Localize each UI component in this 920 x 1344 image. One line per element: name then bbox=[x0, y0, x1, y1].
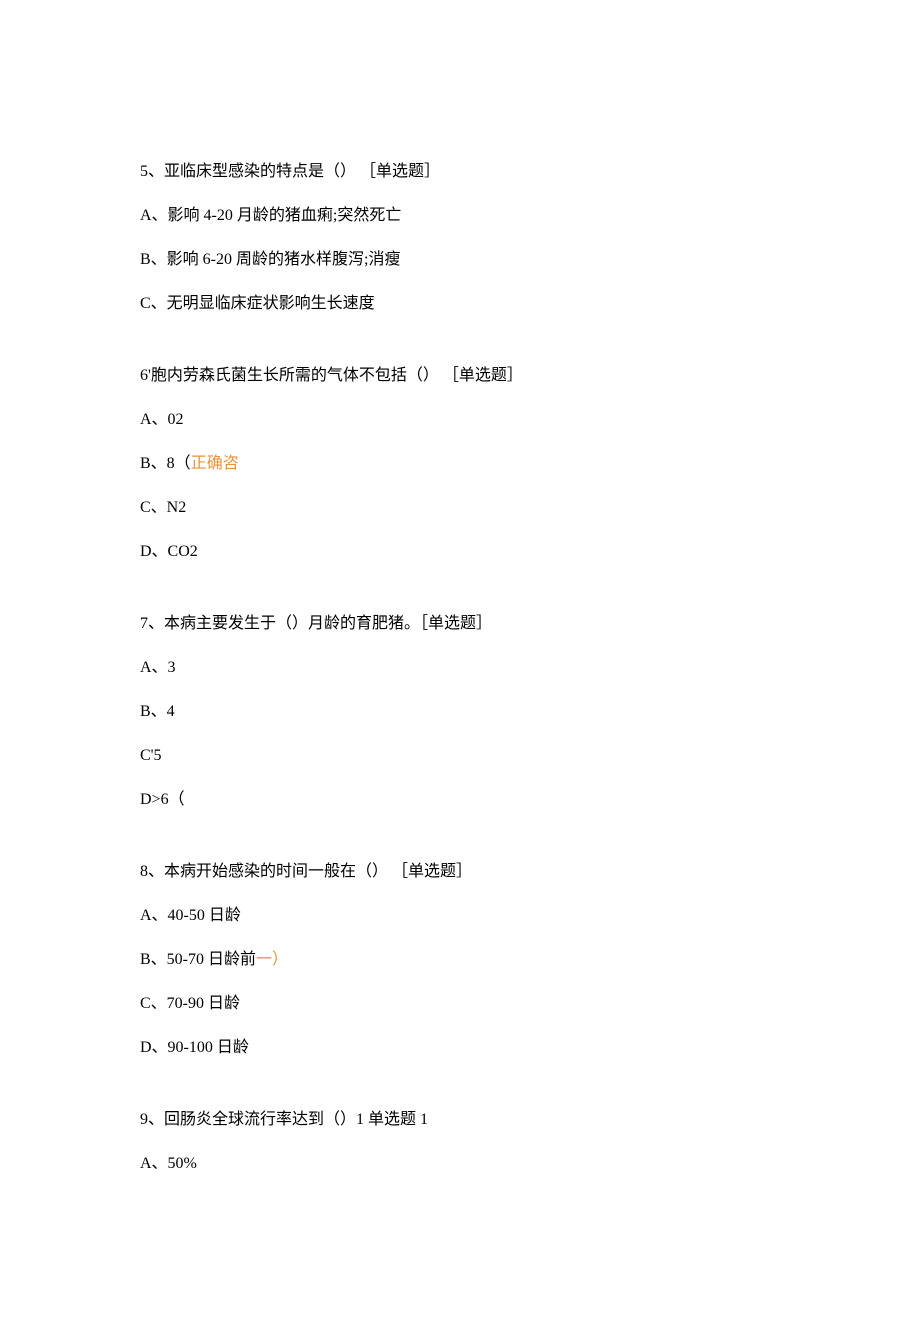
question-stem: 5、亚临床型感染的特点是（） ［单选题］ bbox=[140, 160, 780, 184]
question-option: B、8（正确咨 bbox=[140, 452, 780, 476]
question-stem: 8、本病开始感染的时间一般在（） ［单选题］ bbox=[140, 860, 780, 884]
question-stem: 7、本病主要发生于（）月龄的育肥猪。［单选题］ bbox=[140, 612, 780, 636]
question-stem: 6'胞内劳森氏菌生长所需的气体不包括（） ［单选题］ bbox=[140, 364, 780, 388]
question-option: D>6（ bbox=[140, 788, 780, 812]
question-option: B、4 bbox=[140, 700, 780, 724]
question-option: C'5 bbox=[140, 744, 780, 768]
option-prefix: B、50-70 日龄前 bbox=[140, 951, 256, 968]
question-option: B、影响 6-20 周龄的猪水样腹泻;消瘦 bbox=[140, 248, 780, 272]
question-option: B、50-70 日龄前一） bbox=[140, 948, 780, 972]
question-option: A、40-50 日龄 bbox=[140, 904, 780, 928]
question-option: D、90-100 日龄 bbox=[140, 1036, 780, 1060]
question-option: C、70-90 日龄 bbox=[140, 992, 780, 1016]
question-block: 9、回肠炎全球流行率达到（）1 单选题 1 A、50% bbox=[140, 1108, 780, 1176]
option-prefix: B、8（ bbox=[140, 455, 191, 472]
question-option: D、CO2 bbox=[140, 540, 780, 564]
question-option: A、02 bbox=[140, 408, 780, 432]
question-block: 6'胞内劳森氏菌生长所需的气体不包括（） ［单选题］ A、02 B、8（正确咨 … bbox=[140, 364, 780, 564]
answer-highlight: 正确咨 bbox=[191, 455, 239, 472]
question-block: 5、亚临床型感染的特点是（） ［单选题］ A、影响 4-20 月龄的猪血痢;突然… bbox=[140, 160, 780, 316]
question-option: C、无明显临床症状影响生长速度 bbox=[140, 292, 780, 316]
question-block: 7、本病主要发生于（）月龄的育肥猪。［单选题］ A、3 B、4 C'5 D>6（ bbox=[140, 612, 780, 812]
question-option: A、3 bbox=[140, 656, 780, 680]
question-option: C、N2 bbox=[140, 496, 780, 520]
question-block: 8、本病开始感染的时间一般在（） ［单选题］ A、40-50 日龄 B、50-7… bbox=[140, 860, 780, 1060]
question-option: A、影响 4-20 月龄的猪血痢;突然死亡 bbox=[140, 204, 780, 228]
answer-highlight: 一） bbox=[256, 951, 288, 968]
question-stem: 9、回肠炎全球流行率达到（）1 单选题 1 bbox=[140, 1108, 780, 1132]
document-page: 5、亚临床型感染的特点是（） ［单选题］ A、影响 4-20 月龄的猪血痢;突然… bbox=[0, 0, 920, 1344]
question-option: A、50% bbox=[140, 1152, 780, 1176]
